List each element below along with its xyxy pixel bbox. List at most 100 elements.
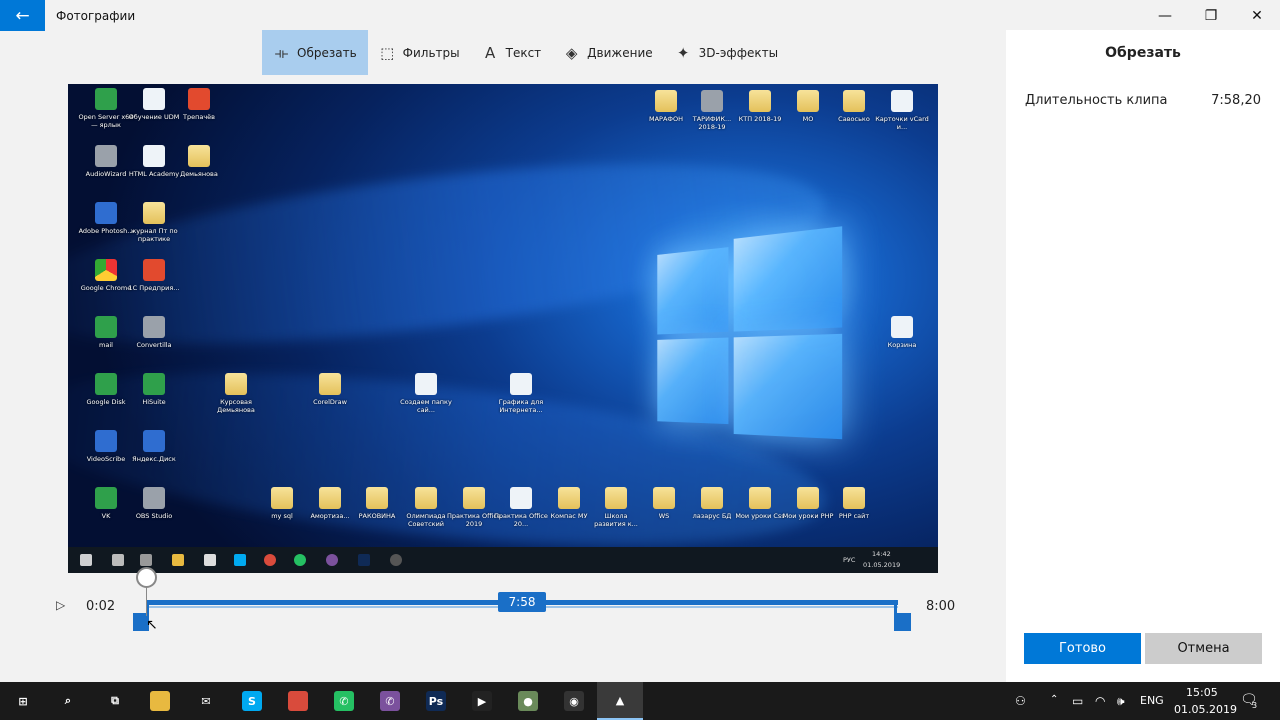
app-icon — [95, 145, 117, 167]
title-bar: ← Фотографии — ❐ ✕ — [0, 0, 1280, 31]
video-taskbar: РУС 14:42 01.05.2019 — [68, 547, 938, 573]
cortana-icon — [112, 554, 124, 566]
desktop-icon: Демьянова — [171, 145, 227, 178]
desktop-icon-label: Корзина — [874, 341, 930, 349]
chevron-up-icon[interactable]: ⌃ — [1050, 694, 1058, 705]
mail-icon — [204, 554, 216, 566]
taskbar-search[interactable]: ⌕ — [45, 682, 91, 720]
desktop-icon: Трепачёв — [171, 88, 227, 121]
app-icon — [95, 316, 117, 338]
tool-effects-3d[interactable]: ✦ 3D-эффекты — [664, 30, 789, 75]
app-icon — [188, 88, 210, 110]
cancel-button[interactable]: Отмена — [1145, 633, 1262, 664]
clock-date[interactable]: 01.05.2019 — [1174, 703, 1237, 716]
taskbar-viber[interactable]: ✆ — [367, 682, 413, 720]
tool-label: Текст — [506, 46, 542, 60]
taskbar-photos[interactable]: ▲ — [597, 682, 643, 720]
clock-time[interactable]: 15:05 — [1186, 686, 1218, 699]
back-button[interactable]: ← — [0, 0, 45, 31]
file-explorer-icon — [150, 691, 170, 711]
trim-panel: Обрезать Длительность клипа 7:58,20 Гото… — [1006, 30, 1280, 682]
taskbar-palette[interactable]: ● — [505, 682, 551, 720]
desktop-icon: Графика для Интернета... — [493, 373, 549, 414]
taskbar-task-view[interactable]: ⧉ — [92, 682, 138, 720]
task-view-icon: ⧉ — [105, 691, 125, 711]
app-icon — [701, 90, 723, 112]
tool-motion[interactable]: ◈ Движение — [552, 30, 663, 75]
tool-trim[interactable]: ⟛ Обрезать — [262, 30, 368, 75]
maximize-button[interactable]: ❐ — [1188, 0, 1234, 31]
notification-count: 3 — [1252, 701, 1257, 710]
trim-icon: ⟛ — [273, 44, 290, 62]
whatsapp-icon: ✆ — [334, 691, 354, 711]
desktop-icon: Карточки vCard и... — [874, 90, 930, 131]
clip-duration-label: Длительность клипа — [1025, 93, 1168, 108]
taskbar-whatsapp[interactable]: ✆ — [321, 682, 367, 720]
battery-icon[interactable]: ▭ — [1072, 694, 1083, 708]
effects-3d-icon: ✦ — [675, 44, 692, 62]
desktop-icon-label: OBS Studio — [126, 512, 182, 520]
playhead-handle[interactable] — [136, 567, 157, 588]
language-indicator[interactable]: ENG — [1140, 694, 1164, 707]
close-button[interactable]: ✕ — [1234, 0, 1280, 31]
desktop-icon-label: Демьянова — [171, 170, 227, 178]
wifi-icon[interactable]: ◠ — [1095, 694, 1105, 708]
video-preview[interactable]: Open Server x64 — ярлык Обучение UDM Трепа… — [68, 84, 938, 573]
folder-icon — [749, 487, 771, 509]
windows-start-icon — [80, 554, 92, 566]
desktop-icon-label: HiSuite — [126, 398, 182, 406]
windows-start-icon: ⊞ — [13, 691, 33, 711]
skype-icon: S — [242, 691, 262, 711]
people-icon[interactable]: ⚇ — [1015, 694, 1026, 708]
tool-label: Фильтры — [403, 46, 460, 60]
app-icon — [143, 373, 165, 395]
tool-text[interactable]: A Текст — [471, 30, 553, 75]
trim-end-handle[interactable] — [894, 613, 911, 631]
arrow-left-icon: ← — [15, 6, 29, 26]
taskbar-chrome[interactable] — [275, 682, 321, 720]
folder-icon — [655, 90, 677, 112]
desktop-icon: журнал Пт по практике — [126, 202, 182, 243]
clip-duration-value: 7:58,20 — [1211, 93, 1261, 108]
taskbar-file-explorer[interactable] — [137, 682, 183, 720]
volume-icon[interactable]: 🕪 — [1117, 694, 1125, 709]
taskbar-video-editor[interactable]: ▶ — [459, 682, 505, 720]
taskbar-skype[interactable]: S — [229, 682, 275, 720]
skype-icon — [234, 554, 246, 566]
desktop-icon: PHP сайт — [826, 487, 882, 520]
taskbar-mail[interactable]: ✉ — [183, 682, 229, 720]
motion-icon: ◈ — [563, 44, 580, 62]
start-time: 0:02 — [86, 599, 115, 614]
desktop-icon-label: Графика для Интернета... — [493, 398, 549, 414]
app-icon — [95, 88, 117, 110]
taskbar-photoshop[interactable]: Ps — [413, 682, 459, 720]
folder-icon — [558, 487, 580, 509]
clip-length-badge: 7:58 — [498, 592, 546, 612]
done-button[interactable]: Готово — [1024, 633, 1141, 664]
app-icon — [143, 145, 165, 167]
photoshop-icon: Ps — [426, 691, 446, 711]
folder-icon — [797, 487, 819, 509]
desktop-icon-label: Convertilla — [126, 341, 182, 349]
tool-label: Обрезать — [297, 46, 357, 60]
app-icon — [95, 487, 117, 509]
tool-filter[interactable]: ⬚ Фильтры — [368, 30, 471, 75]
play-button[interactable]: ▷ — [56, 598, 65, 612]
viber-icon — [326, 554, 338, 566]
desktop-icon-label: Трепачёв — [171, 113, 227, 121]
taskbar-obs[interactable]: ◉ — [551, 682, 597, 720]
app-icon — [415, 373, 437, 395]
desktop-icon: Яндекс.Диск — [126, 430, 182, 463]
app-icon — [891, 90, 913, 112]
folder-icon — [319, 487, 341, 509]
logo-pane — [657, 338, 728, 425]
photos-icon: ▲ — [610, 690, 630, 710]
taskbar-windows-start[interactable]: ⊞ — [0, 682, 46, 720]
desktop-icon-label: Яндекс.Диск — [126, 455, 182, 463]
obs-icon: ◉ — [564, 691, 584, 711]
task-view-icon — [140, 554, 152, 566]
folder-icon — [415, 487, 437, 509]
desktop-icon-label: журнал Пт по практике — [126, 227, 182, 243]
minimize-button[interactable]: — — [1142, 0, 1188, 31]
app-icon — [143, 259, 165, 281]
